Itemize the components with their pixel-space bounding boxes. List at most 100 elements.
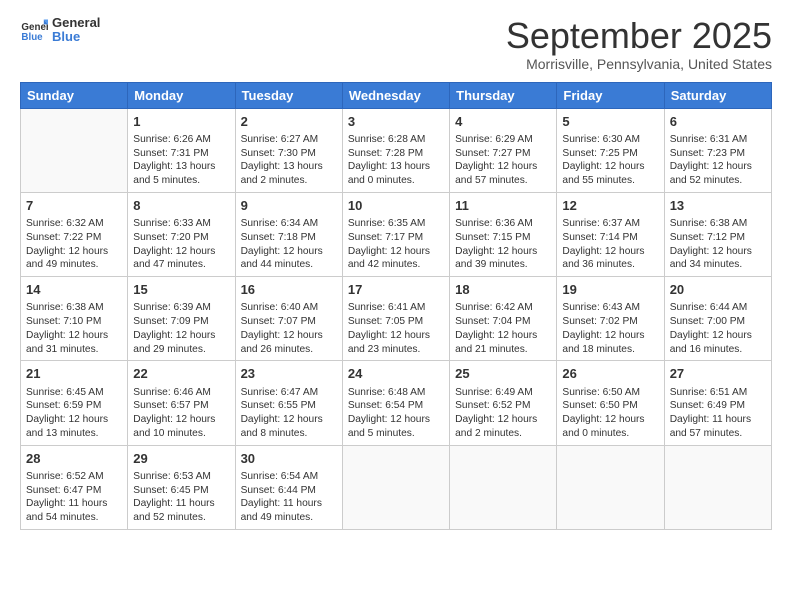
day-number: 26 (562, 365, 658, 383)
day-content: Sunrise: 6:44 AM Sunset: 7:00 PM Dayligh… (670, 301, 766, 356)
calendar-cell: 16 Sunrise: 6:40 AM Sunset: 7:07 PM Dayli… (235, 277, 342, 361)
calendar-cell (342, 445, 449, 529)
logo-wordmark: General Blue (52, 16, 100, 45)
day-content: Sunrise: 6:53 AM Sunset: 6:45 PM Dayligh… (133, 470, 229, 525)
day-content: Sunrise: 6:46 AM Sunset: 6:57 PM Dayligh… (133, 386, 229, 441)
day-number: 20 (670, 281, 766, 299)
calendar-cell: 25 Sunrise: 6:49 AM Sunset: 6:52 PM Dayli… (450, 361, 557, 445)
column-header-monday: Monday (128, 82, 235, 108)
day-number: 12 (562, 197, 658, 215)
logo-general: General (52, 16, 100, 30)
calendar-cell: 28 Sunrise: 6:52 AM Sunset: 6:47 PM Dayli… (21, 445, 128, 529)
day-content: Sunrise: 6:30 AM Sunset: 7:25 PM Dayligh… (562, 133, 658, 188)
day-content: Sunrise: 6:36 AM Sunset: 7:15 PM Dayligh… (455, 217, 551, 272)
day-number: 25 (455, 365, 551, 383)
day-content: Sunrise: 6:35 AM Sunset: 7:17 PM Dayligh… (348, 217, 444, 272)
day-content: Sunrise: 6:33 AM Sunset: 7:20 PM Dayligh… (133, 217, 229, 272)
day-content: Sunrise: 6:38 AM Sunset: 7:10 PM Dayligh… (26, 301, 122, 356)
column-header-saturday: Saturday (664, 82, 771, 108)
day-number: 30 (241, 450, 337, 468)
day-number: 10 (348, 197, 444, 215)
calendar-week-1: 1Sunrise: 6:26 AM Sunset: 7:31 PM Daylig… (21, 108, 772, 192)
day-content: Sunrise: 6:34 AM Sunset: 7:18 PM Dayligh… (241, 217, 337, 272)
day-number: 17 (348, 281, 444, 299)
day-content: Sunrise: 6:43 AM Sunset: 7:02 PM Dayligh… (562, 301, 658, 356)
calendar-cell: 23 Sunrise: 6:47 AM Sunset: 6:55 PM Dayli… (235, 361, 342, 445)
calendar-cell: 12 Sunrise: 6:37 AM Sunset: 7:14 PM Dayli… (557, 192, 664, 276)
calendar-cell (450, 445, 557, 529)
day-content: Sunrise: 6:54 AM Sunset: 6:44 PM Dayligh… (241, 470, 337, 525)
day-content: Sunrise: 6:27 AM Sunset: 7:30 PM Dayligh… (241, 133, 337, 188)
day-number: 28 (26, 450, 122, 468)
day-number: 14 (26, 281, 122, 299)
day-content: Sunrise: 6:37 AM Sunset: 7:14 PM Dayligh… (562, 217, 658, 272)
calendar-table: SundayMondayTuesdayWednesdayThursdayFrid… (20, 82, 772, 530)
calendar-cell: 22 Sunrise: 6:46 AM Sunset: 6:57 PM Dayli… (128, 361, 235, 445)
day-content: Sunrise: 6:52 AM Sunset: 6:47 PM Dayligh… (26, 470, 122, 525)
day-number: 15 (133, 281, 229, 299)
day-number: 29 (133, 450, 229, 468)
day-number: 2 (241, 113, 337, 131)
day-content: Sunrise: 6:41 AM Sunset: 7:05 PM Dayligh… (348, 301, 444, 356)
day-number: 6 (670, 113, 766, 131)
day-number: 4 (455, 113, 551, 131)
day-number: 21 (26, 365, 122, 383)
calendar-cell: 13Sunrise: 6:38 AM Sunset: 7:12 PM Dayli… (664, 192, 771, 276)
day-content: Sunrise: 6:32 AM Sunset: 7:22 PM Dayligh… (26, 217, 122, 272)
day-number: 1 (133, 113, 229, 131)
day-number: 3 (348, 113, 444, 131)
day-content: Sunrise: 6:40 AM Sunset: 7:07 PM Dayligh… (241, 301, 337, 356)
month-title: September 2025 (506, 16, 772, 56)
calendar-week-4: 21 Sunrise: 6:45 AM Sunset: 6:59 PM Dayli… (21, 361, 772, 445)
page: General Blue General Blue September 2025… (0, 0, 792, 540)
column-header-tuesday: Tuesday (235, 82, 342, 108)
calendar-cell: 10 Sunrise: 6:35 AM Sunset: 7:17 PM Dayli… (342, 192, 449, 276)
calendar-cell: 15 Sunrise: 6:39 AM Sunset: 7:09 PM Dayli… (128, 277, 235, 361)
title-block: September 2025 Morrisville, Pennsylvania… (506, 16, 772, 72)
calendar-week-3: 14 Sunrise: 6:38 AM Sunset: 7:10 PM Dayli… (21, 277, 772, 361)
calendar-cell: 30 Sunrise: 6:54 AM Sunset: 6:44 PM Dayli… (235, 445, 342, 529)
calendar-cell: 1Sunrise: 6:26 AM Sunset: 7:31 PM Daylig… (128, 108, 235, 192)
logo-icon: General Blue (20, 16, 48, 44)
day-content: Sunrise: 6:42 AM Sunset: 7:04 PM Dayligh… (455, 301, 551, 356)
calendar-cell (21, 108, 128, 192)
day-content: Sunrise: 6:31 AM Sunset: 7:23 PM Dayligh… (670, 133, 766, 188)
location-title: Morrisville, Pennsylvania, United States (506, 56, 772, 72)
calendar-cell: 7Sunrise: 6:32 AM Sunset: 7:22 PM Daylig… (21, 192, 128, 276)
logo: General Blue General Blue (20, 16, 100, 45)
day-number: 8 (133, 197, 229, 215)
column-header-friday: Friday (557, 82, 664, 108)
day-number: 22 (133, 365, 229, 383)
day-content: Sunrise: 6:49 AM Sunset: 6:52 PM Dayligh… (455, 386, 551, 441)
calendar-cell (557, 445, 664, 529)
day-content: Sunrise: 6:39 AM Sunset: 7:09 PM Dayligh… (133, 301, 229, 356)
day-content: Sunrise: 6:51 AM Sunset: 6:49 PM Dayligh… (670, 386, 766, 441)
day-number: 16 (241, 281, 337, 299)
calendar-cell: 6 Sunrise: 6:31 AM Sunset: 7:23 PM Daylig… (664, 108, 771, 192)
svg-text:Blue: Blue (21, 32, 43, 43)
calendar-header-row: SundayMondayTuesdayWednesdayThursdayFrid… (21, 82, 772, 108)
day-number: 5 (562, 113, 658, 131)
calendar-cell: 9 Sunrise: 6:34 AM Sunset: 7:18 PM Daylig… (235, 192, 342, 276)
calendar-cell: 21 Sunrise: 6:45 AM Sunset: 6:59 PM Dayli… (21, 361, 128, 445)
day-number: 9 (241, 197, 337, 215)
calendar-cell: 18Sunrise: 6:42 AM Sunset: 7:04 PM Dayli… (450, 277, 557, 361)
calendar-cell: 8 Sunrise: 6:33 AM Sunset: 7:20 PM Daylig… (128, 192, 235, 276)
calendar-cell: 5 Sunrise: 6:30 AM Sunset: 7:25 PM Daylig… (557, 108, 664, 192)
calendar-cell: 11Sunrise: 6:36 AM Sunset: 7:15 PM Dayli… (450, 192, 557, 276)
day-content: Sunrise: 6:45 AM Sunset: 6:59 PM Dayligh… (26, 386, 122, 441)
day-number: 23 (241, 365, 337, 383)
day-number: 19 (562, 281, 658, 299)
calendar-cell: 26Sunrise: 6:50 AM Sunset: 6:50 PM Dayli… (557, 361, 664, 445)
day-number: 24 (348, 365, 444, 383)
calendar-cell (664, 445, 771, 529)
header: General Blue General Blue September 2025… (20, 16, 772, 72)
calendar-cell: 14 Sunrise: 6:38 AM Sunset: 7:10 PM Dayli… (21, 277, 128, 361)
calendar-week-2: 7Sunrise: 6:32 AM Sunset: 7:22 PM Daylig… (21, 192, 772, 276)
day-content: Sunrise: 6:38 AM Sunset: 7:12 PM Dayligh… (670, 217, 766, 272)
day-content: Sunrise: 6:48 AM Sunset: 6:54 PM Dayligh… (348, 386, 444, 441)
calendar-cell: 17 Sunrise: 6:41 AM Sunset: 7:05 PM Dayli… (342, 277, 449, 361)
day-content: Sunrise: 6:47 AM Sunset: 6:55 PM Dayligh… (241, 386, 337, 441)
day-content: Sunrise: 6:29 AM Sunset: 7:27 PM Dayligh… (455, 133, 551, 188)
calendar-cell: 4 Sunrise: 6:29 AM Sunset: 7:27 PM Daylig… (450, 108, 557, 192)
